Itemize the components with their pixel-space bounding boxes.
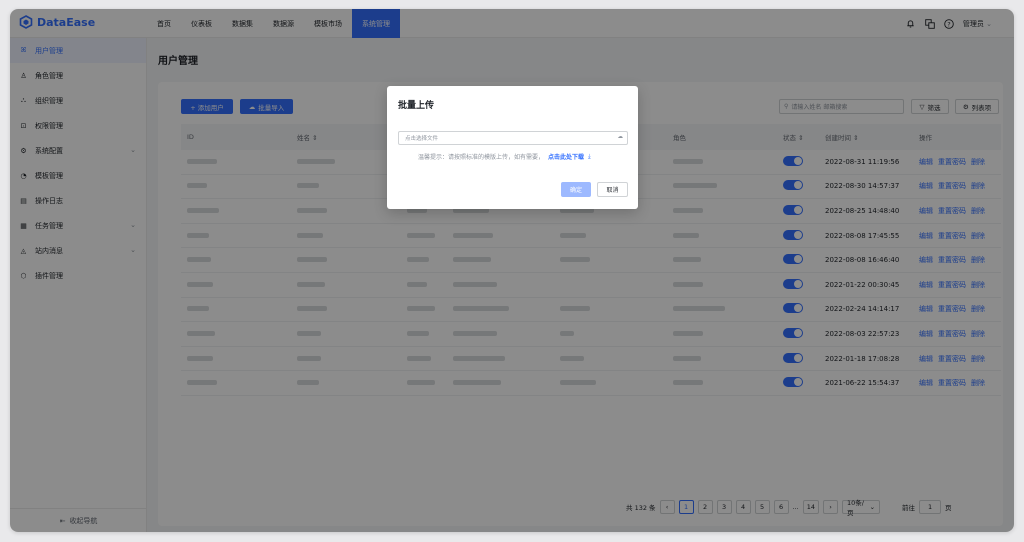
download-icon[interactable]: ⤓ (588, 153, 591, 161)
file-select-input[interactable]: 点击选择文件 ☁ (398, 131, 628, 145)
cancel-button[interactable]: 取消 (597, 182, 628, 197)
app-window: DataEase 首页 仪表板 数据集 数据源 模板市场 系统管理 ? 管理员 ⌄ ꕤ 用户… (10, 9, 1014, 532)
confirm-button[interactable]: 确定 (561, 182, 591, 197)
upload-tip: 温馨提示：请按照标准的模版上传，如有需要， 点击此处下载 ⤓ (418, 152, 591, 162)
upload-icon: ☁ (617, 134, 624, 140)
dialog-title: 批量上传 (398, 101, 435, 111)
batch-upload-dialog: 批量上传 点击选择文件 ☁ 温馨提示：请按照标准的模版上传，如有需要， 点击此处… (387, 86, 638, 209)
download-template-link[interactable]: 点击此处下载 (548, 152, 584, 161)
